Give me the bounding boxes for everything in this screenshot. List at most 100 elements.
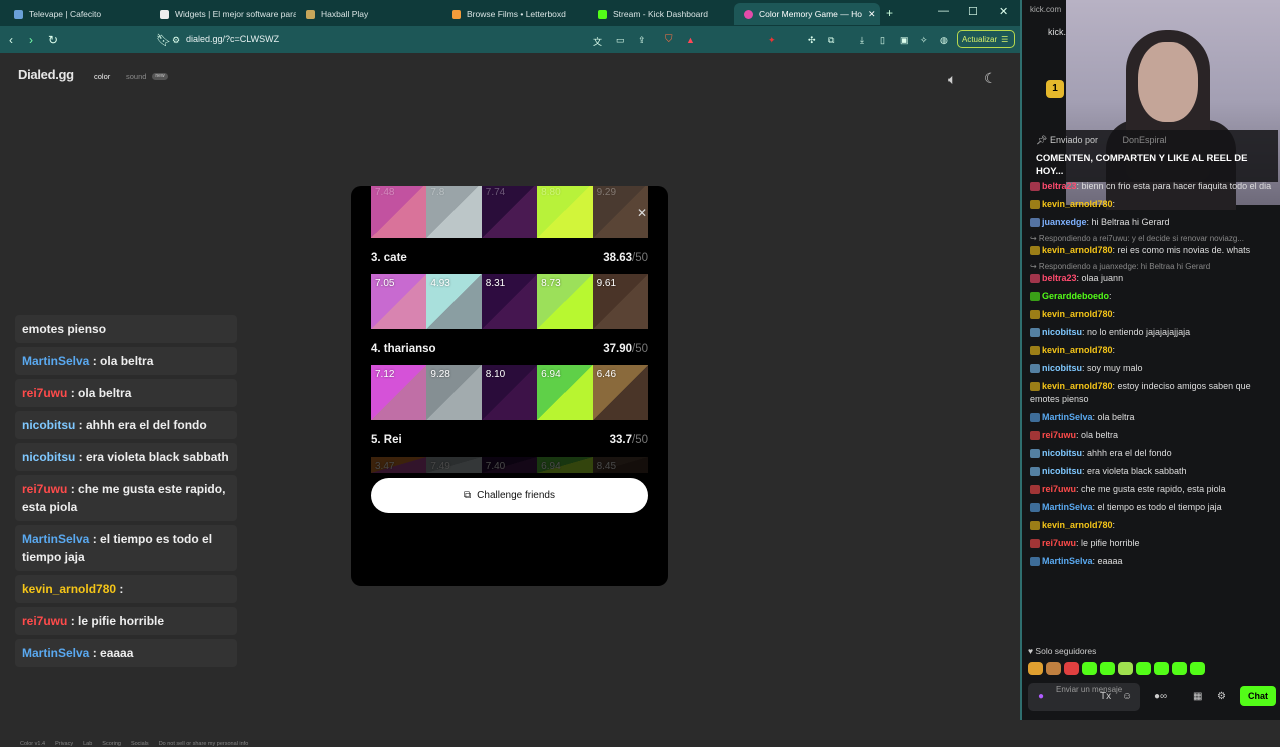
emote-icon[interactable] xyxy=(1046,662,1061,675)
brave-shield-icon[interactable]: ⛉ xyxy=(665,34,673,45)
footer-link[interactable]: Socials xyxy=(131,741,149,747)
mic-icon[interactable]: ● xyxy=(1038,691,1044,702)
nav-color-link[interactable]: color xyxy=(94,72,110,81)
download-icon[interactable]: ⤓ xyxy=(860,35,864,46)
tab-letterboxd[interactable]: Browse Films • Letterboxd xyxy=(442,3,588,25)
screenshot-icon[interactable]: ⧉ xyxy=(828,35,834,46)
chat-user[interactable]: nicobitsu xyxy=(1042,363,1082,373)
cast-icon[interactable]: ▭ xyxy=(616,35,625,46)
site-logo[interactable]: Dialed.gg xyxy=(18,67,74,82)
back-icon[interactable]: ‹ xyxy=(9,33,13,47)
emote-icon[interactable] xyxy=(1082,662,1097,675)
footer-link[interactable]: Color v1.4 xyxy=(20,741,45,747)
tab-widgets[interactable]: Widgets | El mejor software para xyxy=(150,3,296,25)
chat-user[interactable]: juanxedge xyxy=(1042,217,1087,227)
url-field[interactable]: dialed.gg/?c=CLWSWZ xyxy=(186,34,279,44)
update-button[interactable]: Actualizar ☰ xyxy=(957,30,1015,48)
leo-icon[interactable]: ✧ xyxy=(920,35,928,46)
bookmark-icon[interactable]: 🔖︎ xyxy=(156,33,171,47)
users-icon[interactable]: ●∞ xyxy=(1154,691,1167,702)
chat-user[interactable]: rei7uwu xyxy=(1042,430,1076,440)
chat-text: : ola beltra xyxy=(1092,412,1135,422)
site-info-icon[interactable]: ⚙ xyxy=(172,35,180,46)
forward-icon[interactable]: › xyxy=(29,33,33,47)
emote-icon[interactable] xyxy=(1064,662,1079,675)
close-window-icon[interactable]: ✕ xyxy=(999,5,1008,18)
swatch-score: 8.45 xyxy=(596,461,617,472)
chat-user[interactable]: kevin_arnold780 xyxy=(1042,245,1113,255)
wallet-icon[interactable]: ▣ xyxy=(900,35,909,46)
chat-user[interactable]: nicobitsu xyxy=(1042,448,1082,458)
chat-badge-icon xyxy=(1030,274,1040,284)
tab-haxball[interactable]: Haxball Play xyxy=(296,3,442,25)
chat-user[interactable]: nicobitsu xyxy=(1042,327,1082,337)
swatch-score: 7.49 xyxy=(430,461,450,472)
color-swatch: 7.48 xyxy=(371,186,427,238)
vpn-icon[interactable]: ◍ xyxy=(940,35,948,46)
color-swatch: 7.49 xyxy=(426,457,482,473)
tab-color-memory[interactable]: Color Memory Game — Ho ✕ xyxy=(734,3,880,25)
emote-icon[interactable] xyxy=(1136,662,1151,675)
tab-favicon xyxy=(14,9,23,19)
footer-link[interactable]: Scoring xyxy=(102,741,121,747)
settings-icon[interactable]: ⚙ xyxy=(1217,691,1226,702)
footer-link[interactable]: Lab xyxy=(83,741,92,747)
shop-icon[interactable]: ▦ xyxy=(1193,691,1202,702)
brave-rewards-icon[interactable]: ▲ xyxy=(686,35,695,45)
footer-link[interactable]: Do not sell or share my personal info xyxy=(159,741,249,747)
share-icon[interactable]: ⇪ xyxy=(638,35,646,46)
chat-user[interactable]: rei7uwu xyxy=(1042,538,1076,548)
translate-icon[interactable]: 文 xyxy=(593,35,602,48)
emote-icon[interactable] xyxy=(1154,662,1169,675)
minimize-icon[interactable]: — xyxy=(938,5,949,17)
chat-user[interactable]: kevin_arnold780 xyxy=(1042,381,1113,391)
emote-icon[interactable] xyxy=(1190,662,1205,675)
emote-icon[interactable] xyxy=(1100,662,1115,675)
extensions-icon[interactable]: ✣ xyxy=(808,35,816,46)
font-icon[interactable]: Tx xyxy=(1100,691,1111,702)
chat-user[interactable]: beltra23 xyxy=(1042,181,1077,191)
close-icon[interactable]: ✕ xyxy=(637,206,647,220)
volume-icon[interactable]: 🔈︎ xyxy=(948,71,956,88)
chat-user[interactable]: nicobitsu xyxy=(1042,466,1082,476)
chat-send-button[interactable]: Chat xyxy=(1240,686,1276,706)
chat-user[interactable]: rei7uwu xyxy=(1042,484,1076,494)
chat-user[interactable]: beltra23 xyxy=(1042,273,1077,283)
close-tab-icon[interactable]: ✕ xyxy=(868,9,876,20)
chat-user[interactable]: kevin_arnold780 xyxy=(1042,345,1113,355)
pinned-message: 📌︎ Enviado por DonEspiral COMENTEN, COMP… xyxy=(1030,130,1278,182)
overlay-chat-text: : ahhh era el del fondo xyxy=(75,418,207,432)
nav-sound-link[interactable]: sound xyxy=(126,72,146,81)
moon-icon[interactable]: ☾ xyxy=(984,70,997,87)
reload-icon[interactable]: ↻ xyxy=(48,33,58,47)
chat-user[interactable]: MartinSelva xyxy=(1042,556,1093,566)
color-swatch: 6.94 xyxy=(537,457,593,473)
chat-user[interactable]: MartinSelva xyxy=(1042,502,1093,512)
sidebar-icon[interactable]: ▯ xyxy=(880,35,885,46)
score-value: 38.63 xyxy=(603,252,632,264)
extension-icon[interactable]: ✦ xyxy=(768,35,776,46)
overlay-chat-text: emotes pienso xyxy=(22,322,107,336)
swatch-row-partial: 7.48 7.8 7.74 8.80 9.29 xyxy=(371,186,648,238)
chat-badge-icon xyxy=(1030,449,1040,459)
overlay-chat-message: MartinSelva : ola beltra xyxy=(15,347,237,375)
emote-icon[interactable] xyxy=(1028,662,1043,675)
emote-icon[interactable] xyxy=(1172,662,1187,675)
overlay-chat-user: rei7uwu xyxy=(22,386,68,400)
tab-televape[interactable]: Televape | Cafecito xyxy=(4,3,150,25)
chat-user[interactable]: kevin_arnold780 xyxy=(1042,199,1113,209)
maximize-icon[interactable]: ☐ xyxy=(968,5,978,18)
chat-user[interactable]: MartinSelva xyxy=(1042,412,1093,422)
footer-link[interactable]: Privacy xyxy=(55,741,73,747)
chat-message: rei7uwu: che me gusta este rapido, esta … xyxy=(1030,483,1276,496)
chat-text: : xyxy=(1112,199,1116,209)
chat-user[interactable]: kevin_arnold780 xyxy=(1042,309,1113,319)
emote-icon[interactable] xyxy=(1118,662,1133,675)
challenge-friends-button[interactable]: ⧉ Challenge friends xyxy=(371,478,648,513)
chat-user[interactable]: Gerarddeboedo xyxy=(1042,291,1109,301)
chat-text: : ola beltra xyxy=(1076,430,1119,440)
new-tab-icon[interactable]: + xyxy=(886,6,893,20)
tab-kick[interactable]: Stream - Kick Dashboard xyxy=(588,3,734,25)
chat-user[interactable]: kevin_arnold780 xyxy=(1042,520,1113,530)
emoji-icon[interactable]: ☺ xyxy=(1122,691,1132,702)
